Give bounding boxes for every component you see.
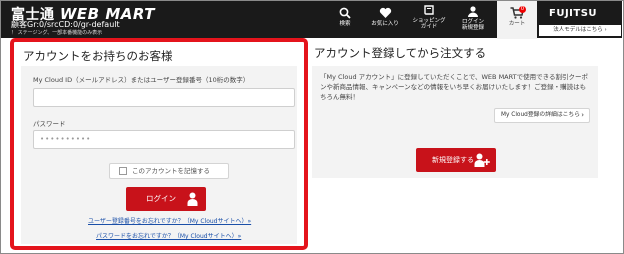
search-icon [339,7,351,19]
corporate-model-button[interactable]: 法人モデルはこちら › [539,25,621,36]
header-search-button[interactable]: 検索 [332,1,358,38]
user-plus-icon [474,153,490,167]
login-button-label: ログイン [146,194,176,203]
mycloud-detail-label: My Cloud登録の詳細はこちら [501,112,581,118]
remember-account-label: このアカウントを記憶する [132,167,210,175]
header-favorites-button[interactable]: お気に入り [366,1,404,38]
user-icon [187,192,198,206]
mycloud-detail-button[interactable]: My Cloud登録の詳細はこちら › [494,108,590,123]
register-panel: 「My Cloud アカウント」に登録していただくことで、WEB MARTで使用… [312,66,598,178]
password-input[interactable]: •••••••••• [33,130,295,149]
register-label: 新規登録 [461,25,484,31]
header-login-button[interactable]: ログイン 新規登録 [453,1,493,38]
login-form-panel: My Cloud ID（メールアドレス）またはユーザー登録番号（10桁の数字） … [21,66,297,244]
favorites-label: お気に入り [371,21,399,27]
chevron-right-icon: › [581,111,584,119]
remember-account-checkbox[interactable]: このアカウントを記憶する [109,163,229,179]
heart-icon [379,7,391,18]
forgot-password-link[interactable]: パスワードをお忘れですか？（My Cloudサイトへ）» [96,231,241,240]
id-field-label: My Cloud ID（メールアドレス）またはユーザー登録番号（10桁の数字） [33,76,250,84]
user-icon [468,6,478,17]
id-input[interactable] [33,88,295,107]
header-shopping-guide-button[interactable]: ショッピング ガイド [411,1,447,38]
register-description: 「My Cloud アカウント」に登録していただくことで、WEB MARTで使用… [320,73,589,101]
staging-notice: ！ ステージング、一部本番機能のみ表示 [11,30,103,36]
shopping-guide-label: ショッピング ガイド [412,18,446,30]
header-cart-button[interactable]: 0 カート [497,1,537,39]
register-button-label: 新規登録する [432,156,474,164]
forgot-user-number-link[interactable]: ユーザー登録番号をお忘れですか？（My Cloudサイトへ）» [88,216,251,225]
book-icon [424,5,434,15]
login-section: アカウントをお持ちのお客様 My Cloud ID（メールアドレス）またはユーザ… [10,38,308,250]
top-header: 富士通 WEB MART 顧客Gr:0/srcCD:0/gr-default ！… [1,1,622,39]
cart-count-badge: 0 [519,6,526,13]
cart-label: カート [508,21,526,27]
checkbox-box[interactable] [119,167,127,175]
search-label: 検索 [339,21,351,27]
login-button[interactable]: ログイン [126,187,206,211]
password-field-label: パスワード [33,120,66,128]
register-button[interactable]: 新規登録する [416,148,496,172]
register-section-title: アカウント登録してから注文する [314,46,487,60]
login-section-title: アカウントをお持ちのお客様 [23,49,173,63]
fujitsu-logo: FUJITSU [549,8,598,19]
